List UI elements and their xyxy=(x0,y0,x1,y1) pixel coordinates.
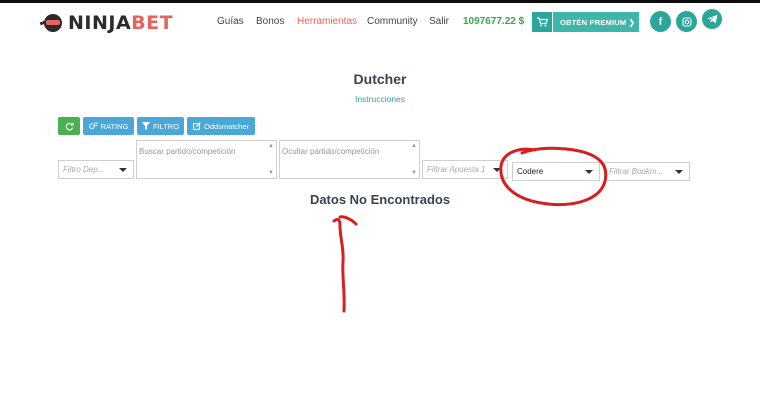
red-arrow-annotation xyxy=(332,215,358,313)
instagram-icon[interactable] xyxy=(676,11,697,32)
hide-match-textarea[interactable]: Ocultar partido/competición ▲ ▼ xyxy=(279,140,420,179)
external-edit-icon xyxy=(193,122,201,130)
scroll-up-icon: ▲ xyxy=(268,143,274,149)
nav-herramientas[interactable]: Herramientas xyxy=(297,16,357,27)
rating-button[interactable]: RATING xyxy=(83,117,134,135)
scroll-up-icon: ▲ xyxy=(411,143,417,149)
bookmaker-selected-value: Codere xyxy=(517,167,544,176)
premium-button[interactable]: OBTÉN PREMIUM ❯ xyxy=(532,12,639,32)
nav-community[interactable]: Community xyxy=(367,16,418,27)
bookmaker2-filter-select[interactable]: Filtrar Bookm... xyxy=(604,162,690,181)
ninja-head-icon xyxy=(39,13,66,33)
search-match-textarea[interactable]: Buscar partido/competición ▲ ▼ xyxy=(136,140,277,179)
facebook-icon[interactable]: f xyxy=(650,11,671,32)
site-header: NINJABET Guías Bonos Herramientas Commun… xyxy=(0,3,760,43)
bet-filter-placeholder: Filtrar Apuesta 1 xyxy=(427,165,486,174)
nav-salir[interactable]: Salir xyxy=(429,16,449,27)
bet-filter-select[interactable]: Filtrar Apuesta 1 xyxy=(422,160,508,179)
logo-text-ninja: NINJA xyxy=(68,12,132,34)
nav-bonos[interactable]: Bonos xyxy=(256,16,284,27)
filter-icon xyxy=(141,122,150,130)
refresh-button[interactable] xyxy=(58,117,80,135)
ninjabet-logo[interactable]: NINJABET xyxy=(39,12,173,34)
instructions-link[interactable]: Instrucciones xyxy=(0,94,760,104)
gears-icon xyxy=(88,122,98,130)
oddsmatcher-button[interactable]: Oddsmatcher xyxy=(187,117,255,135)
hide-match-placeholder: Ocultar partido/competición xyxy=(282,147,380,156)
filtro-button[interactable]: FILTRO xyxy=(137,117,184,135)
bookmaker-select[interactable]: Codere xyxy=(512,162,600,181)
chevron-down-icon xyxy=(585,170,593,174)
filtro-label: FILTRO xyxy=(152,121,180,131)
chevron-down-icon xyxy=(675,170,683,174)
sport-filter-select[interactable]: Filtro Dep... xyxy=(58,160,134,179)
logo-text-bet: BET xyxy=(131,12,174,34)
logo-text: NINJABET xyxy=(68,12,173,34)
nav-guias[interactable]: Guías xyxy=(217,16,244,27)
oddsmatcher-label: Oddsmatcher xyxy=(203,121,250,131)
sport-filter-placeholder: Filtro Dep... xyxy=(63,165,105,174)
no-data-message: Datos No Encontrados xyxy=(309,192,451,207)
rating-label: RATING xyxy=(100,121,129,131)
scroll-down-icon: ▼ xyxy=(411,170,417,176)
chevron-down-icon xyxy=(119,168,127,172)
telegram-icon[interactable] xyxy=(702,9,722,29)
refresh-icon xyxy=(65,122,74,130)
cart-icon xyxy=(532,12,553,32)
premium-label: OBTÉN PREMIUM ❯ xyxy=(553,12,639,32)
search-match-placeholder: Buscar partido/competición xyxy=(139,147,236,156)
bookmaker2-filter-placeholder: Filtrar Bookm... xyxy=(609,167,664,176)
page-title: Dutcher xyxy=(353,71,407,87)
account-balance: 1097677.22 $ xyxy=(463,16,525,27)
scroll-down-icon: ▼ xyxy=(268,170,274,176)
chevron-down-icon xyxy=(493,168,501,172)
